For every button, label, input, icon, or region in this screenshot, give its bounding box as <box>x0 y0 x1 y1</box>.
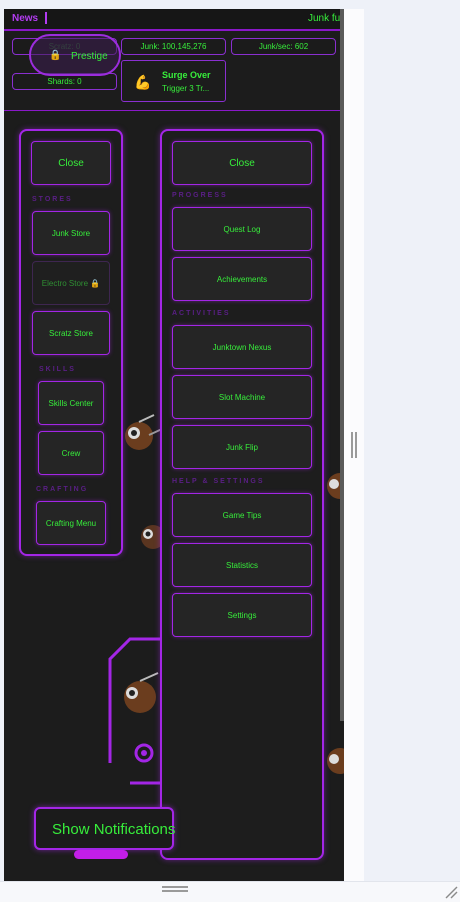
news-label[interactable]: News <box>12 13 38 24</box>
flexed-bicep-icon: 💪 <box>134 74 152 90</box>
progress-pill <box>74 850 128 859</box>
electro-store-button[interactable]: Electro Store 🔒 <box>32 261 110 305</box>
junk-flip-button[interactable]: Junk Flip <box>172 425 312 469</box>
progress-section-title: PROGRESS <box>172 192 228 199</box>
junktown-nexus-button[interactable]: Junktown Nexus <box>172 325 312 369</box>
news-separator <box>45 12 47 24</box>
statistics-button[interactable]: Statistics <box>172 543 312 587</box>
stores-section-title: STORES <box>32 196 73 203</box>
skills-section-title: SKILLS <box>39 366 76 373</box>
vertical-resize-grip-icon[interactable] <box>351 432 357 458</box>
show-notifications-label: Show Notifications <box>52 821 176 838</box>
scratz-store-button[interactable]: Scratz Store <box>32 311 110 355</box>
game-viewport: News Junk futures Scratz: 0 Junk: 100,14… <box>4 9 344 881</box>
surge-subtitle: Trigger 3 Tr... <box>162 84 210 93</box>
lock-icon: 🔒 <box>49 50 62 61</box>
horizontal-resize-grip-icon[interactable] <box>162 886 188 892</box>
help-settings-section-title: HELP & SETTINGS <box>172 478 265 485</box>
left-menu-panel: Close STORES Junk Store Electro Store 🔒 … <box>19 129 123 556</box>
robot-bug-sprite <box>327 748 344 774</box>
news-bar: News Junk futures <box>4 9 344 31</box>
surge-card[interactable]: 💪 Surge Over Trigger 3 Tr... <box>121 60 226 102</box>
resize-corner-icon[interactable] <box>444 885 458 899</box>
junk-counter: Junk: 100,145,276 <box>121 38 226 55</box>
crew-button[interactable]: Crew <box>38 431 104 475</box>
left-close-button[interactable]: Close <box>31 141 111 185</box>
slot-machine-button[interactable]: Slot Machine <box>172 375 312 419</box>
crafting-section-title: CRAFTING <box>36 486 89 493</box>
junk-store-button[interactable]: Junk Store <box>32 211 110 255</box>
bottom-resize-bar <box>0 881 460 902</box>
prestige-button[interactable]: 🔒 Prestige <box>29 34 121 76</box>
surge-title: Surge Over <box>162 70 211 80</box>
settings-button[interactable]: Settings <box>172 593 312 637</box>
prestige-label: Prestige <box>71 51 108 62</box>
show-notifications-button[interactable]: Show Notifications <box>34 807 176 850</box>
right-menu-panel: Close PROGRESS Quest Log Achievements AC… <box>160 129 324 860</box>
right-close-button[interactable]: Close <box>172 141 312 185</box>
quest-log-button[interactable]: Quest Log <box>172 207 312 251</box>
activities-section-title: ACTIVITIES <box>172 310 231 317</box>
crafting-menu-button[interactable]: Crafting Menu <box>36 501 106 545</box>
skills-center-button[interactable]: Skills Center <box>38 381 104 425</box>
junk-per-sec-counter: Junk/sec: 602 <box>231 38 336 55</box>
header-divider <box>4 110 344 111</box>
game-tips-button[interactable]: Game Tips <box>172 493 312 537</box>
news-ticker: Junk futures <box>308 13 344 24</box>
achievements-button[interactable]: Achievements <box>172 257 312 301</box>
